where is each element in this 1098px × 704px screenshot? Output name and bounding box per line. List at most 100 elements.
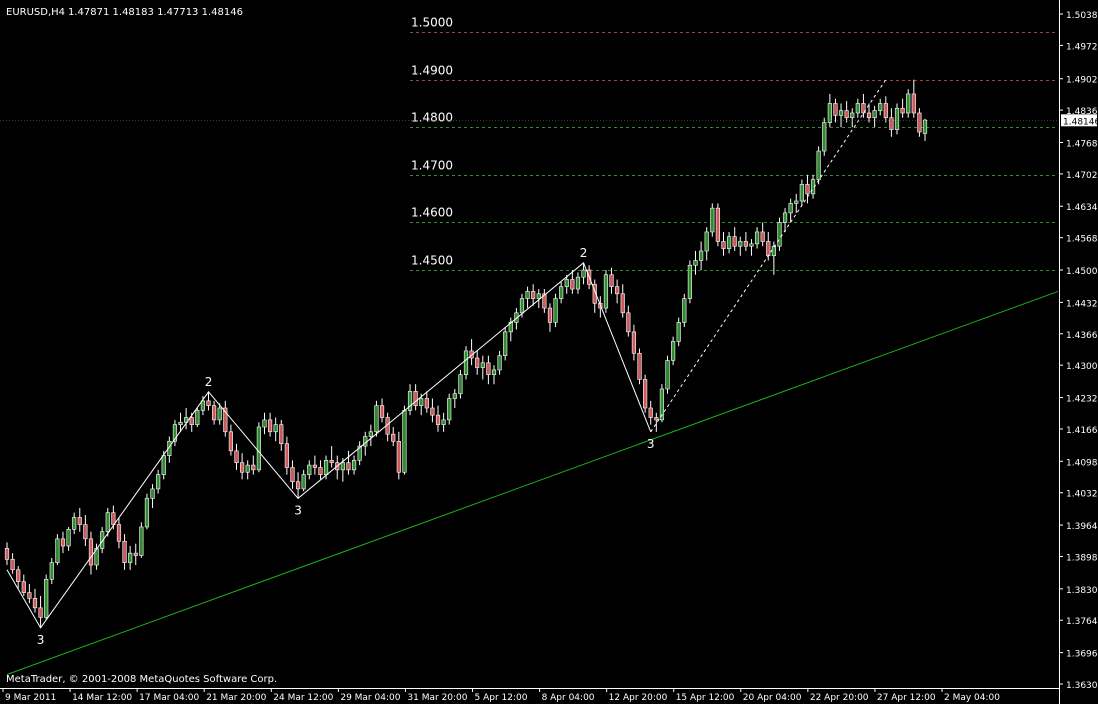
candle-body <box>83 524 88 540</box>
candle-body <box>161 455 166 475</box>
candle-body <box>917 112 922 133</box>
candle-body <box>654 417 659 421</box>
candle-body <box>27 592 32 599</box>
candle-body <box>671 341 676 361</box>
fib-level-label: 1.4900 <box>411 64 453 78</box>
time-tick-label: 12 Apr 20:00 <box>609 693 668 703</box>
candle-body <box>710 207 715 233</box>
candle-body <box>547 307 553 323</box>
candle-body <box>855 103 860 114</box>
candle-body <box>486 362 491 375</box>
price-tick-label: 1.47680 <box>1066 139 1098 149</box>
time-tick-label: 22 Apr 20:00 <box>810 693 869 703</box>
time-tick-label: 8 Apr 04:00 <box>542 693 595 703</box>
candle-body <box>637 352 642 380</box>
price-tick-label: 1.38300 <box>1066 586 1098 596</box>
candle-body <box>822 122 827 152</box>
price-tick-label: 1.39640 <box>1066 522 1098 532</box>
candle <box>447 393 452 425</box>
candle-body <box>872 110 877 119</box>
candle-body <box>116 524 122 542</box>
candle-body <box>340 462 345 471</box>
candle-body <box>279 424 284 444</box>
chart-canvas[interactable]: 1.5000 1.4900 1.4800 1.4700 1.4600 1.4500 3 2 3… <box>0 0 1098 704</box>
candle <box>682 293 687 328</box>
price-tick-label: 1.45680 <box>1066 235 1098 245</box>
candle <box>55 534 60 566</box>
candle-body <box>648 407 653 418</box>
candle-body <box>329 460 334 464</box>
price-tick-label: 1.49020 <box>1066 76 1098 86</box>
candle-body <box>833 103 838 116</box>
candle-body <box>536 293 541 299</box>
candle-body <box>441 419 446 425</box>
current-price-label: 1.48146 <box>1063 117 1098 127</box>
candle-body <box>766 241 771 257</box>
candle-body <box>273 424 278 433</box>
candle-body <box>698 250 704 261</box>
candle-body <box>402 410 407 473</box>
candle-body <box>379 405 385 418</box>
candle-body <box>889 117 894 130</box>
candle <box>637 348 642 385</box>
wave-label: 2 <box>205 375 213 389</box>
candle-body <box>391 433 396 442</box>
candle-body <box>491 369 497 375</box>
candle-body <box>21 581 26 593</box>
candle-body <box>195 410 200 425</box>
candle-body <box>581 269 586 278</box>
candle-body <box>575 276 581 290</box>
candle-body <box>368 431 373 437</box>
candle-body <box>217 407 222 421</box>
candle <box>503 327 508 361</box>
copyright-label: MetaTrader, © 2001-2008 MetaQuotes Softw… <box>6 674 277 685</box>
candle <box>195 408 200 428</box>
candle-body <box>295 481 301 490</box>
candle-body <box>88 538 94 566</box>
candle-body <box>435 414 441 425</box>
candle-body <box>799 184 804 202</box>
candle-body <box>620 293 625 314</box>
candle-body <box>531 291 536 299</box>
candle <box>715 203 720 247</box>
time-tick-label: 31 Mar 20:00 <box>407 693 467 703</box>
candle-body <box>72 517 77 530</box>
candle-body <box>144 498 150 528</box>
price-tick-label: 1.49720 <box>1066 42 1098 52</box>
candle-body <box>805 184 810 195</box>
price-tick-label: 1.43660 <box>1066 331 1098 341</box>
candle-body <box>16 569 21 582</box>
candle-body <box>900 107 905 114</box>
fib-level-label: 1.5000 <box>411 16 453 30</box>
candle-body <box>878 103 883 111</box>
candle-body <box>256 426 261 471</box>
candle-body <box>156 474 161 490</box>
price-tick-label: 1.44320 <box>1066 299 1098 309</box>
wave-label: 3 <box>37 633 45 647</box>
candle-body <box>452 393 457 399</box>
candle-body <box>850 112 855 119</box>
wave-label: 2 <box>580 246 588 260</box>
candle <box>643 374 648 413</box>
candle-body <box>323 460 329 475</box>
candle-body <box>318 467 323 475</box>
candle-body <box>267 419 273 433</box>
candle-body <box>866 112 872 119</box>
candle-body <box>122 540 127 563</box>
candle-body <box>60 538 66 547</box>
time-tick-label: 20 Apr 04:00 <box>743 693 802 703</box>
candle-body <box>726 236 732 249</box>
candle-body <box>32 598 38 609</box>
candle-body <box>665 360 670 390</box>
candle-body <box>189 417 194 425</box>
candle-body <box>206 400 211 406</box>
price-tick-label: 1.43000 <box>1066 362 1098 372</box>
price-tick-label: 1.40980 <box>1066 458 1098 468</box>
candle-body <box>128 552 133 563</box>
candle-body <box>38 607 43 618</box>
price-tick-label: 1.47020 <box>1066 171 1098 181</box>
time-tick-label: 15 Apr 12:00 <box>676 693 735 703</box>
fib-level-label: 1.4500 <box>411 254 453 268</box>
candle-body <box>419 398 424 406</box>
price-tick-label: 1.46340 <box>1066 203 1098 213</box>
